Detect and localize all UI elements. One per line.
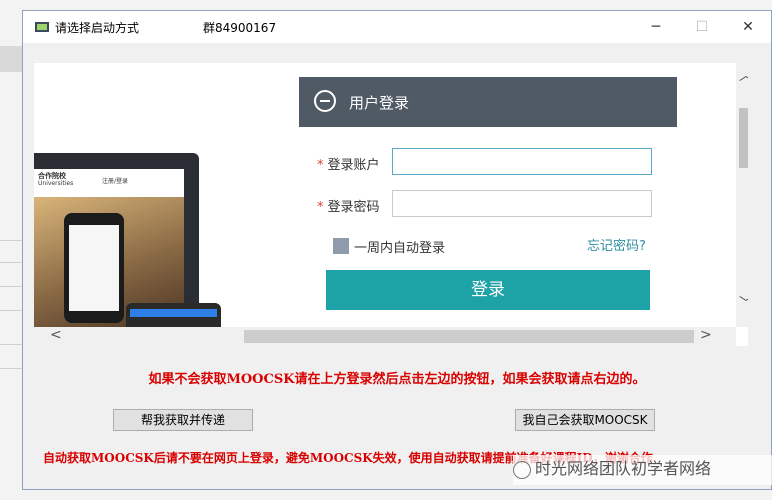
background-divider [0, 240, 22, 241]
preview-site-sub: Universities [38, 180, 74, 187]
password-label: * 登录密码 [317, 196, 380, 215]
remember-label: 一周内自动登录 [354, 241, 446, 256]
remember-checkbox[interactable] [333, 238, 349, 254]
manual-fetch-button[interactable]: 我自己会获取MOOCSK [515, 409, 655, 431]
horizontal-scroll-thumb[interactable] [244, 330, 694, 343]
minus-circle-icon [314, 90, 336, 112]
required-mark: * [317, 200, 324, 215]
app-icon [35, 22, 49, 32]
preview-nav: 注册/登录 [102, 178, 129, 185]
auto-fetch-button[interactable]: 帮我获取并传递 [113, 409, 253, 431]
maximize-button[interactable]: ☐ [679, 11, 725, 43]
scroll-down-icon[interactable]: ﹀ [739, 293, 748, 313]
phone-status-bar [130, 309, 217, 317]
wechat-icon [513, 460, 531, 479]
account-label: * 登录账户 [317, 154, 380, 173]
scroll-right-icon[interactable]: > [700, 327, 712, 343]
password-input[interactable] [392, 190, 652, 217]
background-divider [0, 368, 22, 369]
required-mark: * [317, 158, 324, 173]
phone-illustration [64, 213, 124, 323]
window-title: 请选择启动方式 [55, 21, 140, 35]
phone-screen [69, 225, 119, 311]
scroll-left-icon[interactable]: < [50, 327, 62, 343]
watermark: 时光网络团队初学者网络 [513, 455, 772, 485]
vertical-scroll-thumb[interactable] [739, 108, 748, 168]
background-strip [0, 46, 22, 72]
group-number: 群84900167 [203, 21, 277, 35]
login-button[interactable]: 登录 [326, 270, 650, 310]
account-label-text: 登录账户 [327, 158, 380, 173]
forgot-password-link[interactable]: 忘记密码? [587, 235, 646, 254]
title-bar[interactable]: 请选择启动方式 群84900167 ─ ☐ ✕ [23, 11, 771, 43]
background-divider [0, 344, 22, 345]
login-panel: 用户登录 * 登录账户 * 登录密码 一周内自动登录 忘记密码? 登录 [299, 77, 677, 337]
minimize-button[interactable]: ─ [633, 11, 679, 43]
horizontal-scrollbar[interactable]: < > [34, 327, 736, 346]
vertical-scrollbar[interactable]: ︿ ﹀ [736, 63, 748, 327]
scroll-up-icon[interactable]: ︿ [739, 65, 748, 85]
background-divider [0, 286, 22, 287]
login-title: 用户登录 [349, 94, 410, 112]
launch-dialog: 请选择启动方式 群84900167 ─ ☐ ✕ 合作院校 Universitie… [22, 10, 772, 490]
login-header: 用户登录 [299, 77, 677, 127]
embedded-browser[interactable]: 合作院校 Universities 注册/登录 用户登录 * 登录账户 * 登录密码… [34, 63, 748, 346]
account-input[interactable] [392, 148, 652, 175]
password-label-text: 登录密码 [327, 200, 380, 215]
close-button[interactable]: ✕ [725, 11, 771, 43]
watermark-text: 时光网络团队初学者网络 [535, 459, 712, 478]
background-divider [0, 262, 22, 263]
instruction-text: 如果不会获取MOOCSK请在上方登录然后点击左边的按钮，如果会获取请点右边的。 [148, 372, 646, 387]
background-divider [0, 310, 22, 311]
